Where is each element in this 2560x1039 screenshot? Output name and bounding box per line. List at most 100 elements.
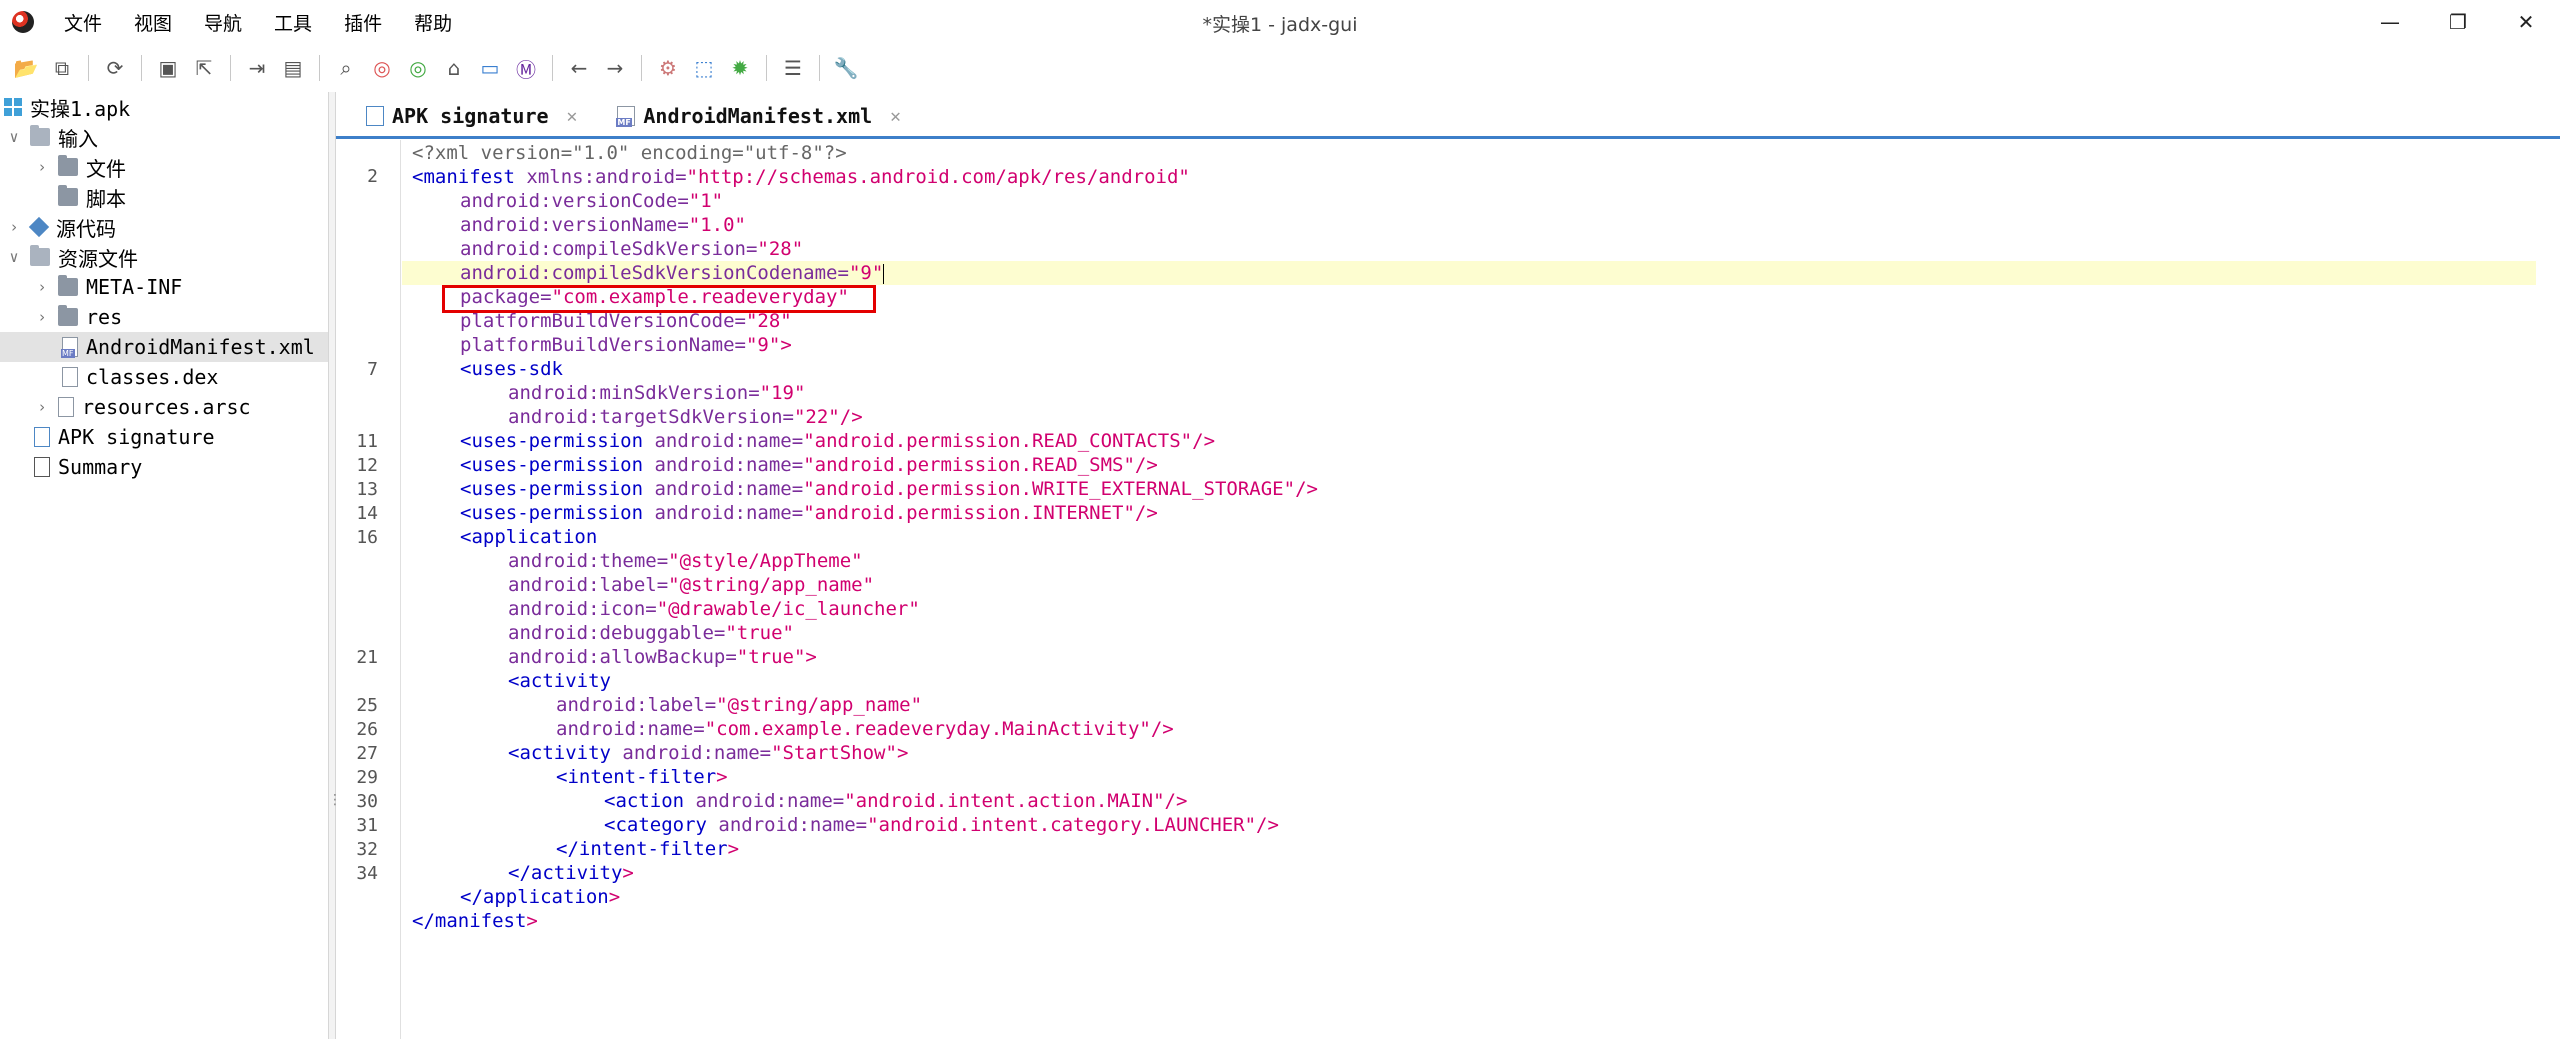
xml-punct: > xyxy=(622,862,634,884)
xml-tag: </activity xyxy=(508,862,623,884)
debug-icon[interactable]: ✹ xyxy=(722,51,758,85)
chevron-down-icon[interactable]: ∨ xyxy=(6,128,22,146)
code-line: <uses-sdk xyxy=(460,357,563,381)
smali-icon[interactable]: Ⓜ xyxy=(508,51,544,85)
sync-icon[interactable]: ⟳ xyxy=(97,51,133,85)
dex-file-icon xyxy=(62,367,78,387)
save-icon[interactable]: ▣ xyxy=(150,51,186,85)
xml-value: "true" xyxy=(725,622,794,644)
tree-node-apk-signature[interactable]: APK signature xyxy=(34,422,215,452)
chevron-down-icon[interactable]: ∨ xyxy=(6,248,22,266)
add-files-icon[interactable]: ⧉ xyxy=(44,51,80,85)
close-icon[interactable]: ✕ xyxy=(890,106,901,127)
code-line: <application xyxy=(460,525,597,549)
maximize-button[interactable]: ❐ xyxy=(2424,0,2492,44)
tree-node-input[interactable]: ∨ 输入 xyxy=(6,122,98,152)
summary-icon xyxy=(34,457,50,477)
settings-icon[interactable]: 🔧 xyxy=(828,51,864,85)
xml-attr: android:name= xyxy=(556,718,705,740)
menu-help[interactable]: 帮助 xyxy=(398,3,468,42)
code-line: <intent-filter> xyxy=(556,765,728,789)
xml-attr: android:label= xyxy=(508,574,669,596)
code-line: android:minSdkVersion="19" xyxy=(508,381,805,405)
tree-node-label: resources.arsc xyxy=(82,395,251,419)
show-folder-icon[interactable]: ▤ xyxy=(275,51,311,85)
chevron-right-icon[interactable]: › xyxy=(6,218,22,236)
xml-punct: > xyxy=(716,766,728,788)
code-line: android:versionCode="1" xyxy=(460,189,723,213)
code-editor[interactable]: 2 7 11 12 13 14 16 21 25 26 27 29 30 31 … xyxy=(336,140,2560,1039)
manifest-file-icon xyxy=(61,337,78,358)
xml-value: "9" xyxy=(848,262,884,284)
back-icon[interactable]: ← xyxy=(561,51,597,85)
xml-value: "@string/app_name" xyxy=(716,694,923,716)
close-button[interactable]: ✕ xyxy=(2492,0,2560,44)
pane-splitter[interactable] xyxy=(328,92,342,1039)
xml-punct: /> xyxy=(1134,502,1158,524)
tab-apk-signature[interactable]: APK signature ✕ xyxy=(350,96,593,136)
chevron-right-icon[interactable]: › xyxy=(34,278,50,296)
tab-label: APK signature xyxy=(392,104,549,128)
tree-node-resources[interactable]: ∨ 资源文件 xyxy=(6,242,138,272)
log-icon[interactable]: ⚙ xyxy=(650,51,686,85)
editor-tabs: APK signature ✕ AndroidManifest.xml ✕ xyxy=(336,92,2560,139)
tree-node-label: 资源文件 xyxy=(58,246,138,271)
code-line: </manifest> xyxy=(412,909,538,933)
chevron-right-icon[interactable]: › xyxy=(34,158,50,176)
tree-node-classes[interactable]: classes.dex xyxy=(62,362,218,392)
tree-node-root[interactable]: 实操1.apk xyxy=(4,92,130,122)
search-icon[interactable]: ⌕ xyxy=(328,51,364,85)
code-content: <?xml version="1.0" encoding="utf-8"?> <… xyxy=(412,140,2560,1039)
list-icon[interactable]: ☰ xyxy=(775,51,811,85)
chevron-right-icon[interactable]: › xyxy=(34,398,50,416)
xml-value: "android.permission.READ_SMS" xyxy=(803,454,1135,476)
open-icon[interactable]: 📂 xyxy=(8,51,44,85)
home-icon[interactable]: ⌂ xyxy=(436,51,472,85)
title-bar: 文件 视图 导航 工具 插件 帮助 *实操1 - jadx-gui — ❐ ✕ xyxy=(0,0,2560,44)
xml-attr: android:compileSdkVersionCodename= xyxy=(460,262,849,284)
close-icon[interactable]: ✕ xyxy=(567,106,578,127)
line-number: 30 xyxy=(356,791,378,812)
deobf-icon[interactable]: ⇥ xyxy=(239,51,275,85)
menu-view[interactable]: 视图 xyxy=(118,3,188,42)
minimize-button[interactable]: — xyxy=(2356,0,2424,44)
forward-icon[interactable]: → xyxy=(597,51,633,85)
menu-file[interactable]: 文件 xyxy=(58,3,118,42)
tree-node-res[interactable]: › res xyxy=(34,302,122,332)
xml-attr: android:name= xyxy=(684,790,845,812)
quark-icon[interactable]: ▭ xyxy=(472,51,508,85)
xml-tag: <category xyxy=(604,814,707,836)
xml-tag: <uses-permission xyxy=(460,502,644,524)
tree-node-scripts[interactable]: 脚本 xyxy=(58,182,126,212)
decompile-icon[interactable]: ⬚ xyxy=(686,51,722,85)
chevron-right-icon[interactable]: › xyxy=(34,308,50,326)
tree-node-source[interactable]: › 源代码 xyxy=(6,212,116,242)
menu-navigation[interactable]: 导航 xyxy=(188,3,258,42)
code-line: android:icon="@drawable/ic_launcher" xyxy=(508,597,920,621)
xml-value: "android.intent.category.LAUNCHER" xyxy=(867,814,1257,836)
line-number: 34 xyxy=(356,863,378,884)
tree-node-arsc[interactable]: › resources.arsc xyxy=(34,392,251,422)
menu-plugins[interactable]: 插件 xyxy=(328,3,398,42)
package-annotation-box xyxy=(442,285,876,313)
code-line: <?xml version="1.0" encoding="utf-8"?> xyxy=(412,141,847,165)
tree-node-meta-inf[interactable]: › META-INF xyxy=(34,272,182,302)
line-number: 31 xyxy=(356,815,378,836)
xml-tag: <uses-sdk xyxy=(460,358,563,380)
tree-node-manifest[interactable]: AndroidManifest.xml xyxy=(0,332,328,362)
xml-punct: > xyxy=(896,742,909,764)
tab-android-manifest[interactable]: AndroidManifest.xml ✕ xyxy=(601,96,918,139)
menu-tools[interactable]: 工具 xyxy=(258,3,328,42)
tree-node-files[interactable]: › 文件 xyxy=(34,152,126,182)
find-class-icon[interactable]: ◎ xyxy=(364,51,400,85)
export-icon[interactable]: ⇱ xyxy=(186,51,222,85)
tree-node-label: 实操1.apk xyxy=(30,96,131,121)
menu-bar: 文件 视图 导航 工具 插件 帮助 xyxy=(58,3,468,42)
tree-node-summary[interactable]: Summary xyxy=(34,452,142,482)
code-line: android:theme="@style/AppTheme" xyxy=(508,549,863,573)
xml-attr: android:theme= xyxy=(508,550,669,572)
code-line: <uses-permission android:name="android.p… xyxy=(460,453,1158,477)
xml-punct: > xyxy=(727,838,740,860)
find-usage-icon[interactable]: ◎ xyxy=(400,51,436,85)
code-line: android:compileSdkVersionCodename="9" xyxy=(460,261,885,285)
